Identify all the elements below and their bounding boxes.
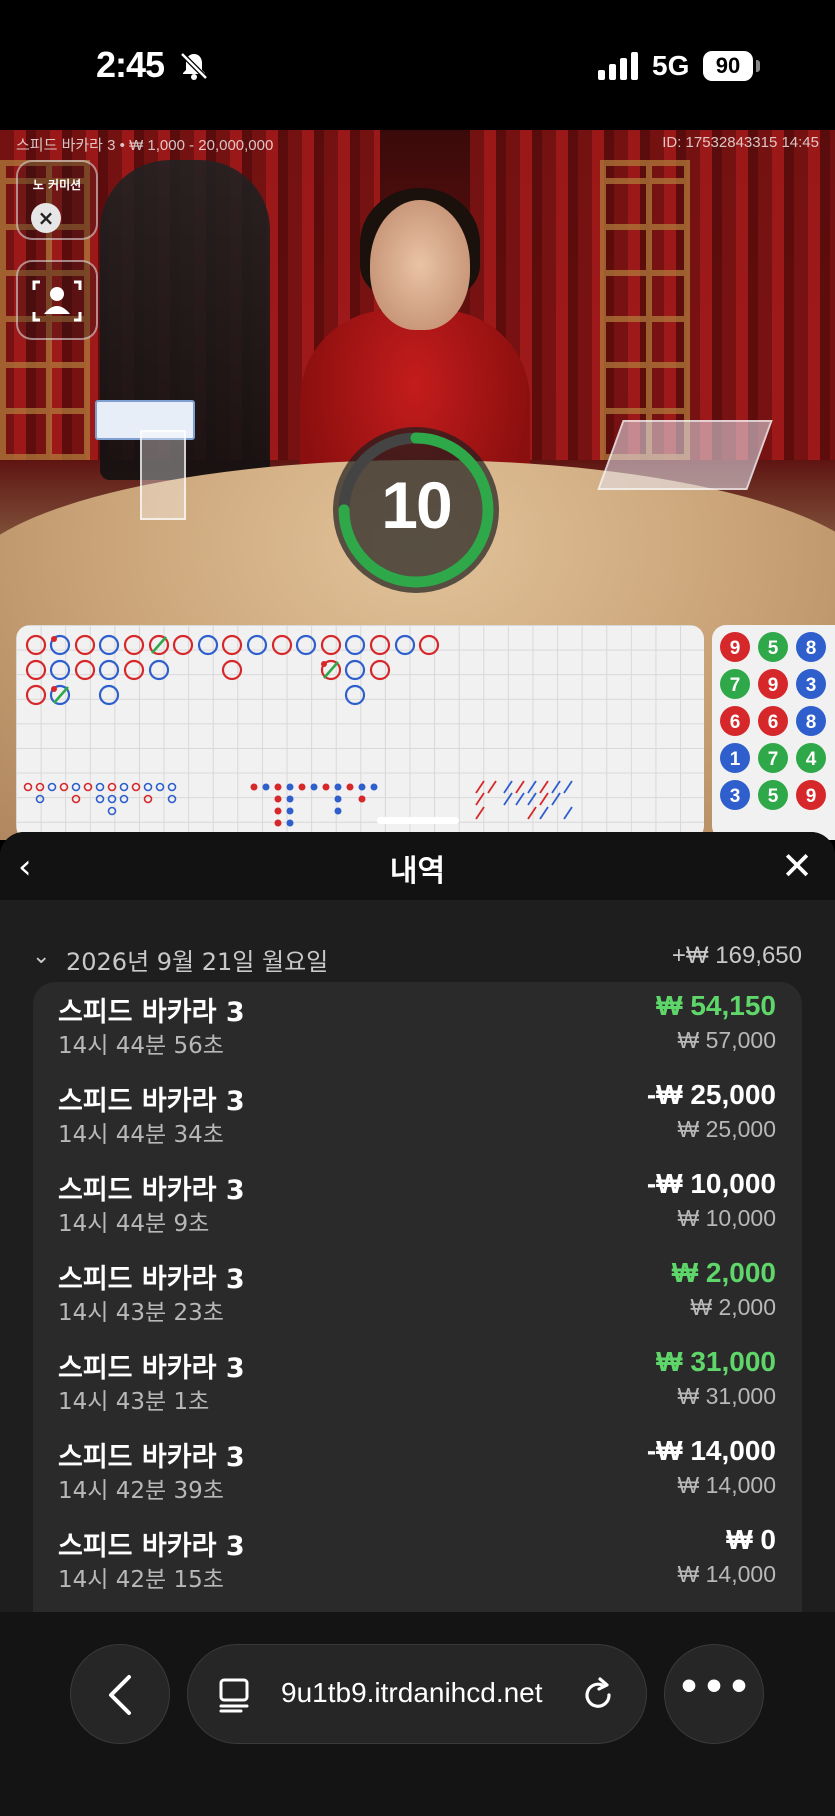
bead-number: 3 (730, 786, 741, 807)
browser-toolbar: 9u1tb9.itrdanihcd.net ••• (0, 1612, 835, 1816)
result-amount: -₩ 25,000 (646, 1079, 776, 1110)
bead-number: 9 (806, 786, 817, 807)
list-item[interactable]: 스피드 바카라 3 14시 43분 1초 ₩ 31,000 ₩ 31,000 (33, 1338, 802, 1427)
close-circle-icon[interactable]: × (31, 203, 61, 233)
history-list: 스피드 바카라 3 14시 44분 56초 ₩ 54,150 ₩ 57,000 … (33, 982, 802, 1612)
countdown-number: 10 (381, 468, 452, 542)
bead-number: 7 (730, 675, 741, 696)
chevron-down-icon[interactable]: ⌄ (32, 944, 50, 969)
result-amount: ₩ 54,150 (656, 990, 776, 1021)
bead-number: 5 (768, 638, 779, 659)
bet-time: 14시 44분 34초 (58, 1122, 224, 1148)
bead-number: 9 (730, 638, 741, 659)
reload-icon[interactable] (578, 1675, 618, 1715)
cellular-signal-icon (598, 52, 640, 84)
result-amount: ₩ 0 (726, 1524, 776, 1555)
game-name: 스피드 바카라 3 (58, 1353, 245, 1384)
dealer-face (370, 200, 470, 330)
battery-tip (756, 60, 760, 72)
browser-back-button[interactable] (70, 1644, 170, 1744)
lattice-right (600, 160, 690, 460)
bet-time: 14시 42분 39초 (58, 1478, 224, 1504)
drag-handle[interactable] (377, 817, 459, 824)
bead-number: 5 (768, 786, 779, 807)
tabs-layout-icon (219, 1678, 249, 1713)
game-name: 스피드 바카라 3 (58, 1442, 245, 1473)
bead-number: 6 (730, 712, 741, 733)
bet-time: 14시 43분 1초 (58, 1389, 210, 1415)
game-name: 스피드 바카라 3 (58, 1175, 245, 1206)
bead-number: 4 (806, 749, 817, 770)
bead-number: 8 (806, 638, 817, 659)
road-marks (23, 634, 573, 827)
stake-amount: ₩ 57,000 (677, 1027, 776, 1053)
date-label: 2026년 9월 21일 월요일 (66, 948, 329, 976)
day-total: +₩ 169,650 (671, 942, 802, 969)
mute-bell-icon (178, 50, 210, 86)
stake-amount: ₩ 2,000 (690, 1294, 776, 1320)
list-item[interactable]: 스피드 바카라 3 14시 44분 56초 ₩ 54,150 ₩ 57,000 (33, 982, 802, 1071)
stake-amount: ₩ 25,000 (677, 1116, 776, 1142)
game-name: 스피드 바카라 3 (58, 1531, 245, 1562)
network-type: 5G (652, 50, 690, 81)
stake-amount: ₩ 31,000 (677, 1383, 776, 1409)
stake-amount: ₩ 14,000 (677, 1472, 776, 1498)
more-options-button[interactable]: ••• (664, 1644, 764, 1744)
game-name: 스피드 바카라 3 (58, 1264, 245, 1295)
result-amount: ₩ 31,000 (656, 1346, 776, 1377)
bead-grid: 9 5 8 7 9 3 6 6 8 1 7 4 3 5 9 (720, 632, 826, 810)
discard-holder (140, 430, 186, 520)
game-name: 스피드 바카라 3 (58, 997, 245, 1028)
stake-amount: ₩ 14,000 (677, 1561, 776, 1587)
countdown-timer: 10 (333, 427, 499, 593)
close-icon[interactable]: ✕ (775, 844, 819, 888)
url-text: 9u1tb9.itrdanihcd.net (281, 1677, 543, 1708)
ellipsis-icon: ••• (677, 1667, 753, 1708)
list-item[interactable]: 스피드 바카라 3 14시 42분 39초 -₩ 14,000 ₩ 14,000 (33, 1427, 802, 1516)
bead-number: 8 (806, 712, 817, 733)
history-sheet: ‹ 내역 ✕ ⌄ 2026년 9월 21일 월요일 +₩ 169,650 스피드… (0, 832, 835, 1612)
card-shoe (597, 420, 773, 490)
list-item[interactable]: 스피드 바카라 3 14시 44분 9초 -₩ 10,000 ₩ 10,000 (33, 1160, 802, 1249)
address-bar[interactable]: 9u1tb9.itrdanihcd.net (187, 1644, 647, 1744)
bead-road-board[interactable] (16, 625, 704, 840)
bet-time: 14시 42분 15초 (58, 1567, 224, 1593)
date-group-header[interactable]: ⌄ 2026년 9월 21일 월요일 +₩ 169,650 (32, 942, 802, 982)
list-item[interactable]: 스피드 바카라 3 14시 43분 23초 ₩ 2,000 ₩ 2,000 (33, 1249, 802, 1338)
stake-amount: ₩ 10,000 (677, 1205, 776, 1231)
sheet-title: 내역 (389, 854, 446, 889)
no-commission-label: 노 커미션 (32, 178, 82, 192)
battery-icon: 90 (703, 51, 753, 81)
bead-number: 3 (806, 675, 817, 696)
table-limits: 스피드 바카라 3 • ₩ 1,000 - 20,000,000 (16, 137, 274, 154)
bead-number: 1 (730, 749, 741, 770)
bead-number: 7 (768, 749, 779, 770)
bead-number: 6 (768, 712, 779, 733)
status-bar: 2:45 5G 90 (0, 0, 835, 130)
bet-time: 14시 43분 23초 (58, 1300, 224, 1326)
camera-view-button[interactable] (16, 260, 98, 340)
bet-time: 14시 44분 56초 (58, 1033, 224, 1059)
result-amount: -₩ 10,000 (646, 1168, 776, 1199)
person-frame-icon (32, 280, 82, 322)
list-item[interactable]: 스피드 바카라 3 14시 42분 15초 ₩ 0 ₩ 14,000 (33, 1516, 802, 1605)
list-item[interactable]: 스피드 바카라 3 14시 44분 34초 -₩ 25,000 ₩ 25,000 (33, 1071, 802, 1160)
result-amount: ₩ 2,000 (671, 1257, 776, 1288)
big-road-board[interactable]: 9 5 8 7 9 3 6 6 8 1 7 4 3 5 9 (712, 625, 835, 840)
bet-time: 14시 44분 9초 (58, 1211, 210, 1237)
sheet-header: ‹ 내역 ✕ (0, 832, 835, 900)
no-commission-toggle[interactable]: 노 커미션 × (16, 160, 98, 240)
round-id: ID: 17532843315 14:45 (662, 134, 819, 151)
result-amount: -₩ 14,000 (646, 1435, 776, 1466)
bead-number: 9 (768, 675, 779, 696)
clock: 2:45 (96, 44, 165, 85)
chevron-left-icon (109, 1675, 131, 1715)
game-name: 스피드 바카라 3 (58, 1086, 245, 1117)
